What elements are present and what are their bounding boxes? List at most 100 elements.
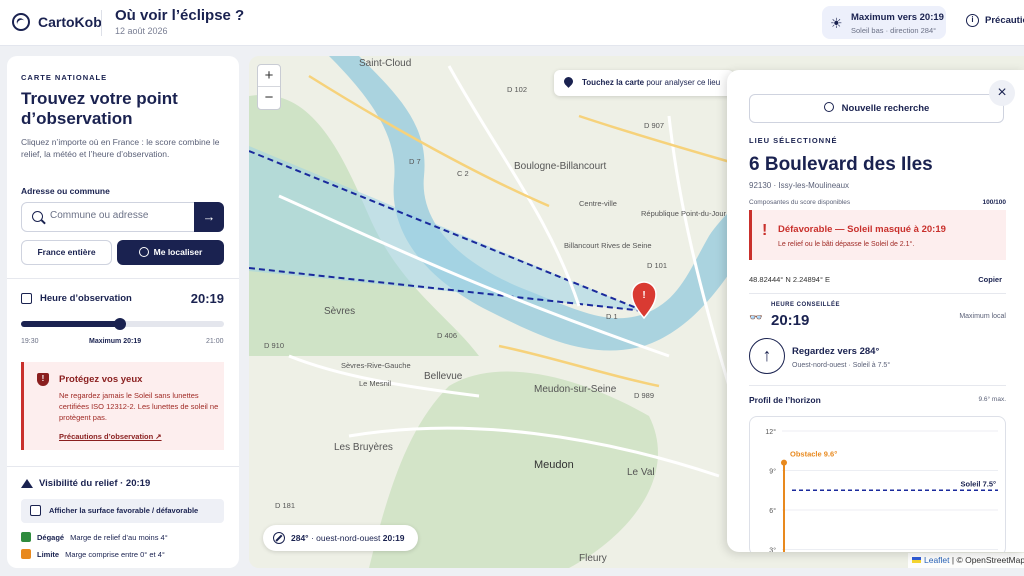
copy-button[interactable]: Copier <box>978 275 1002 284</box>
map-attribution: Leaflet | © OpenStreetMap <box>908 553 1024 568</box>
locate-me-button[interactable]: Me localiser <box>117 240 224 265</box>
legend-name: Limite <box>37 549 60 559</box>
legend-desc: Marge comprise entre 0° et 4° <box>65 549 165 559</box>
direction-arrow-icon: ↑ <box>749 338 785 374</box>
address-input[interactable] <box>50 210 190 221</box>
time-slider[interactable] <box>21 318 224 330</box>
location-detail-panel: Nouvelle recherche × LIEU SÉLECTIONNÉ 6 … <box>727 70 1024 552</box>
y-tick-label: 6° <box>769 507 776 515</box>
unfavorable-alert: ! Défavorable — Soleil masqué à 20:19 Le… <box>749 210 1006 260</box>
map-label: République Point-du-Jour <box>641 209 727 218</box>
horizon-profile-max: 9.6° max. <box>978 396 1006 403</box>
zoom-out-button[interactable]: − <box>258 87 280 109</box>
location-pin-icon <box>562 75 575 88</box>
slider-end-label: 21:00 <box>206 338 224 345</box>
recommended-time-value: 20:19 <box>771 312 810 329</box>
surface-toggle[interactable]: Afficher la surface favorable / défavora… <box>21 499 224 523</box>
warning-title: Protégez vos yeux <box>59 374 143 385</box>
mountain-icon <box>21 479 33 488</box>
map-label: Sèvres-Rive-Gauche <box>341 361 411 370</box>
legend-desc: Marge de relief d’au moins 4° <box>70 532 168 542</box>
horizon-profile-chart: 12°9°6°3°0°Soleil 7.5°Obstacle 9.6° <box>749 416 1006 552</box>
search-icon <box>32 211 43 222</box>
binoculars-icon: 👓 <box>749 312 763 324</box>
map-label: Fleury <box>579 553 607 564</box>
alert-text: Le relief ou le bâti dépasse le Soleil d… <box>778 241 915 248</box>
france-entiere-button[interactable]: France entière <box>21 240 112 265</box>
place-name: 6 Boulevard des Iles <box>749 154 933 175</box>
target-icon <box>138 247 149 257</box>
legend-item: Limite Marge comprise entre 0° et 4° <box>21 549 165 559</box>
brand-name: CartoKob <box>38 14 102 30</box>
road-label: C 2 <box>457 169 469 178</box>
page-title: Où voir l’éclipse ? <box>115 7 245 24</box>
page-date: 12 août 2026 <box>115 26 168 36</box>
ukraine-flag-icon <box>912 557 921 563</box>
brand[interactable]: CartoKob <box>12 13 102 31</box>
obstacle-point <box>781 459 787 466</box>
y-tick-label: 9° <box>769 468 776 476</box>
horizon-profile-svg: 12°9°6°3°0°Soleil 7.5°Obstacle 9.6° <box>765 428 998 552</box>
sun-line-label: Soleil 7.5° <box>960 479 996 488</box>
score-components-label: Composantes du score disponibles <box>749 199 851 206</box>
marker-exclamation: ! <box>642 290 645 301</box>
coordinates: 48.82444° N 2.24894° E <box>749 275 831 284</box>
osm-attribution[interactable]: | © OpenStreetMap <box>950 555 1024 565</box>
time-slider-thumb[interactable] <box>114 318 127 330</box>
road-label: D 181 <box>275 501 295 510</box>
direction-time: 20:19 <box>382 533 405 543</box>
precautions-button[interactable]: i Précautions <box>966 14 1024 27</box>
road-label: D 989 <box>634 391 654 400</box>
surface-checkbox[interactable] <box>30 505 41 516</box>
calendar-icon <box>21 293 32 304</box>
observation-time-label: Heure d’observation <box>40 293 132 304</box>
road-label: D 101 <box>647 261 667 270</box>
divider <box>7 278 239 279</box>
new-search-button[interactable]: Nouvelle recherche <box>749 94 1004 123</box>
panel-kicker: CARTE NATIONALE <box>21 73 108 82</box>
shield-icon: ! <box>37 373 49 386</box>
globe-logo-icon <box>12 13 30 31</box>
place-city: 92130 · Issy-les-Moulineaux <box>749 181 850 190</box>
map-label: Bellevue <box>424 371 463 382</box>
road-label: D 907 <box>644 121 664 130</box>
divider <box>749 293 1006 294</box>
time-slider-fill <box>21 321 121 327</box>
address-label: Adresse ou commune <box>21 186 110 196</box>
legend-swatch-orange <box>21 549 31 559</box>
map-label: Saint-Cloud <box>359 58 411 69</box>
leaflet-link[interactable]: Leaflet <box>924 555 950 565</box>
slider-mid-label: Maximum 20:19 <box>89 338 142 345</box>
horizon-profile-title: Profil de l’horizon <box>749 395 821 405</box>
local-maximum-label: Maximum local <box>959 313 1006 320</box>
map-label: Le Val <box>627 467 655 478</box>
observation-time-value: 20:19 <box>190 291 224 306</box>
obstacle-label: Obstacle 9.6° <box>790 450 837 459</box>
map-hint: Touchez la carte pour analyser ce lieu <box>554 70 734 96</box>
divider <box>749 385 1006 386</box>
relief-visibility-title: Visibilité du relief · 20:19 <box>21 478 150 489</box>
zoom-control: + − <box>257 64 281 110</box>
sun-icon: ☀ <box>830 15 843 31</box>
recommended-time-label: HEURE CONSEILLÉE <box>771 302 841 308</box>
close-icon[interactable]: × <box>989 80 1015 106</box>
left-panel: CARTE NATIONALE Trouvez votre point d’ob… <box>7 56 239 568</box>
map-label: Sèvres <box>324 306 355 317</box>
search-submit-button[interactable]: → <box>194 202 224 232</box>
road-label: D 910 <box>264 341 284 350</box>
zoom-in-button[interactable]: + <box>258 65 280 87</box>
top-bar: CartoKob Où voir l’éclipse ? 12 août 202… <box>0 0 1024 46</box>
selected-kicker: LIEU SÉLECTIONNÉ <box>749 136 838 145</box>
map-label: Les Bruyères <box>334 442 393 453</box>
maximum-info-box: ☀ Maximum vers 20:19 Soleil bas · direct… <box>822 6 946 39</box>
look-direction-title: Regardez vers 284° <box>792 346 880 357</box>
panel-heading: Trouvez votre point d’observation <box>21 89 178 128</box>
precautions-link[interactable]: Précautions d’observation ↗ <box>59 432 162 441</box>
compass-icon <box>273 532 285 544</box>
look-direction-sub: Ouest-nord-ouest · Soleil à 7.5° <box>792 362 891 369</box>
map-hint-strong: Touchez la carte <box>582 78 645 87</box>
y-tick-label: 12° <box>765 428 776 436</box>
maximum-direction: Soleil bas · direction 284° <box>851 26 937 35</box>
info-icon: i <box>966 14 979 27</box>
search-icon <box>823 102 834 112</box>
